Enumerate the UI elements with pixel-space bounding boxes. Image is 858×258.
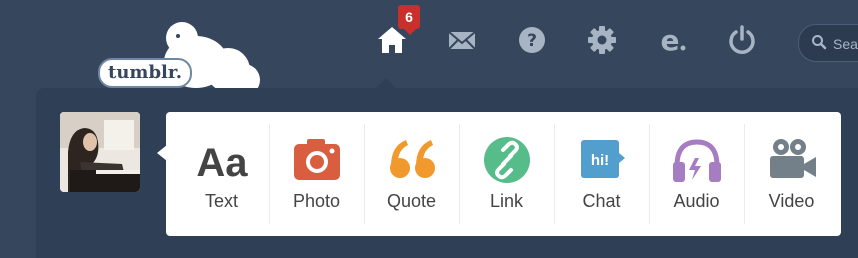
nav-explore[interactable]: e: [652, 24, 692, 64]
post-type-label: Chat: [582, 191, 621, 211]
svg-text:hi!: hi!: [590, 152, 608, 169]
nav-help[interactable]: ?: [512, 24, 552, 64]
post-link-button[interactable]: Link: [459, 112, 554, 236]
post-chat-button[interactable]: hi! Chat: [554, 112, 649, 236]
envelope-icon: [448, 31, 476, 50]
text-icon: Aa: [196, 141, 248, 184]
link-icon: [483, 137, 530, 183]
e-icon: e: [661, 24, 686, 56]
quote-icon: [389, 140, 435, 178]
notification-badge: 6: [398, 5, 420, 35]
question-icon: ?: [519, 27, 545, 53]
video-camera-icon: [769, 139, 816, 178]
post-type-label: Video: [768, 191, 815, 211]
logo-text: tumblr.: [98, 58, 192, 88]
post-audio-button[interactable]: Audio: [649, 112, 744, 236]
post-photo-button[interactable]: Photo: [269, 112, 364, 236]
gear-icon: [588, 26, 616, 54]
nav-messages[interactable]: [442, 24, 482, 64]
power-icon: [729, 25, 755, 54]
nav-settings[interactable]: [582, 24, 622, 64]
svg-text:e: e: [661, 24, 680, 56]
search-icon: [812, 35, 827, 50]
nav-dashboard[interactable]: 6: [372, 5, 420, 64]
nav-logout[interactable]: [722, 24, 762, 64]
post-quote-button[interactable]: Quote: [364, 112, 459, 236]
post-type-label: Link: [489, 191, 524, 211]
logo[interactable]: tumblr.: [96, 22, 276, 92]
post-type-label: Text: [204, 191, 238, 211]
post-type-label: Quote: [386, 191, 437, 211]
avatar[interactable]: [60, 112, 140, 192]
chat-icon: hi!: [580, 140, 625, 178]
svg-text:Aa: Aa: [196, 141, 248, 184]
post-type-bar: Aa Text Photo Quote Link hi! Chat Audio …: [166, 112, 841, 236]
headphones-icon: [672, 139, 721, 182]
avatar-image: [60, 112, 140, 192]
active-tab-pointer: [375, 78, 397, 89]
camera-icon: [293, 139, 340, 180]
post-type-label: Audio: [673, 191, 720, 211]
svg-text:?: ?: [527, 31, 537, 51]
post-type-label: Photo: [292, 191, 341, 211]
search-box[interactable]: [798, 24, 858, 62]
search-input[interactable]: [831, 31, 858, 57]
top-header: tumblr. 6 ? e Search: [0, 0, 858, 92]
post-video-button[interactable]: Video: [744, 112, 839, 236]
post-text-button[interactable]: Aa Text: [174, 112, 269, 236]
